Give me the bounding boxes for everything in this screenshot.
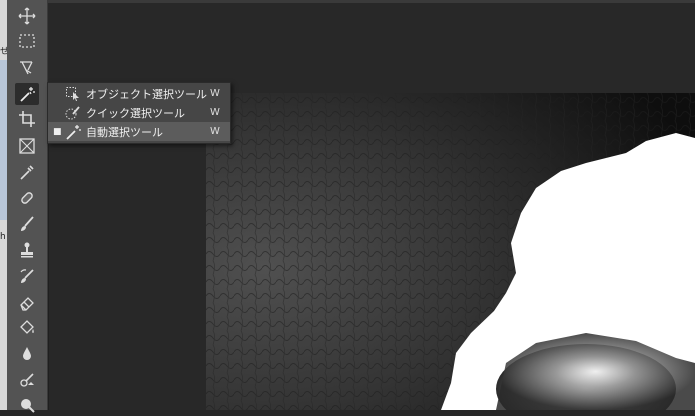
quick-select-icon bbox=[65, 105, 81, 121]
background-window-panel bbox=[0, 60, 7, 220]
object-select-icon bbox=[65, 86, 81, 102]
flyout-item-object-select[interactable]: オブジェクト選択ツール W bbox=[48, 84, 230, 103]
edge-fragment-text: せ bbox=[0, 47, 7, 57]
history-brush-tool[interactable] bbox=[15, 265, 39, 287]
frame-tool[interactable] bbox=[15, 135, 39, 157]
magic-wand-icon bbox=[65, 124, 81, 140]
history-brush-icon bbox=[20, 269, 34, 283]
flyout-item-shortcut: W bbox=[210, 107, 220, 118]
flyout-item-shortcut: W bbox=[210, 126, 220, 137]
zoom-icon bbox=[21, 399, 35, 413]
lasso-tool[interactable] bbox=[15, 56, 39, 78]
brush-tool[interactable] bbox=[15, 213, 39, 235]
tools-panel bbox=[7, 0, 48, 413]
eyedropper-tool[interactable] bbox=[15, 161, 39, 183]
flyout-item-shortcut: W bbox=[210, 88, 220, 99]
paint-bucket-icon bbox=[20, 320, 34, 334]
eraser-icon bbox=[20, 297, 34, 311]
lasso-icon bbox=[20, 61, 33, 75]
flyout-item-quick-select[interactable]: クイック選択ツール W bbox=[48, 103, 230, 122]
magic-wand-tool[interactable] bbox=[15, 83, 39, 105]
clone-stamp-icon bbox=[21, 242, 33, 258]
document-canvas[interactable] bbox=[206, 93, 695, 410]
move-icon bbox=[18, 7, 36, 25]
brush-icon bbox=[21, 216, 34, 231]
dodge-icon bbox=[20, 373, 34, 387]
flyout-item-magic-wand[interactable]: ■ 自動選択ツール W bbox=[48, 122, 230, 141]
flyout-item-label: オブジェクト選択ツール bbox=[86, 87, 207, 101]
clone-stamp-tool[interactable] bbox=[15, 239, 39, 261]
active-marker: ■ bbox=[53, 126, 62, 137]
healing-brush-tool[interactable] bbox=[15, 187, 39, 209]
dodge-tool[interactable] bbox=[15, 369, 39, 391]
eraser-tool[interactable] bbox=[15, 291, 39, 313]
crop-icon bbox=[19, 111, 35, 127]
healing-brush-icon bbox=[21, 192, 33, 204]
elevation-map-image bbox=[206, 93, 695, 410]
move-tool[interactable] bbox=[15, 5, 39, 27]
magic-wand-icon bbox=[20, 87, 35, 102]
zoom-tool[interactable] bbox=[15, 394, 39, 416]
options-area bbox=[48, 3, 695, 93]
edge-fragment-text: h bbox=[0, 232, 6, 242]
eyedropper-icon bbox=[20, 165, 34, 180]
flyout-item-label: 自動選択ツール bbox=[86, 125, 163, 139]
blur-tool[interactable] bbox=[15, 343, 39, 365]
frame-icon bbox=[19, 138, 35, 154]
blur-icon bbox=[23, 347, 31, 360]
marquee-icon bbox=[19, 34, 35, 48]
selection-tool-flyout: オブジェクト選択ツール W クイック選択ツール W ■ 自動選択ツール W bbox=[47, 82, 231, 144]
flyout-item-label: クイック選択ツール bbox=[86, 106, 185, 120]
crop-tool[interactable] bbox=[15, 108, 39, 130]
background-window-edge: せ h bbox=[0, 0, 7, 410]
paint-bucket-tool[interactable] bbox=[15, 317, 39, 339]
marquee-tool[interactable] bbox=[15, 30, 39, 52]
